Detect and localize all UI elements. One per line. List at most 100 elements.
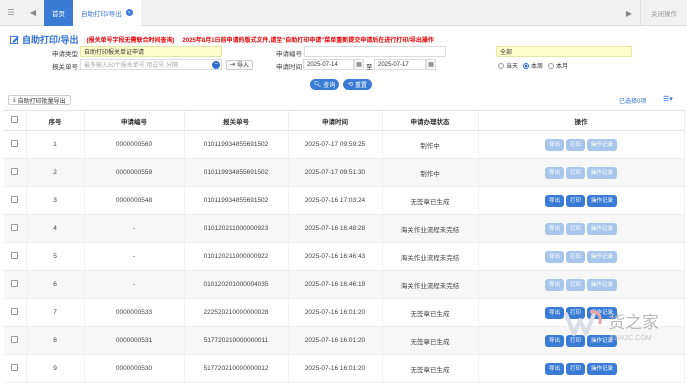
- print-button[interactable]: 打印: [565, 194, 585, 207]
- calendar-icon[interactable]: ▦: [426, 59, 436, 70]
- operation-log-button[interactable]: 操作记录: [587, 250, 618, 263]
- radio-circle: [523, 62, 530, 69]
- double-right-arrow-icon[interactable]: ▶: [618, 0, 640, 26]
- row-select[interactable]: [4, 214, 27, 243]
- table-row: 1 0000000560 010119934855691502 2025-07-17 …: [4, 130, 685, 159]
- cell-time: 2025-07-16 16:01:20: [288, 354, 383, 383]
- date-range-radios: 当天 本周 本月: [498, 61, 573, 70]
- edit-icon: [10, 35, 19, 44]
- cell-apply-no: -: [84, 242, 185, 271]
- print-button[interactable]: 打印: [565, 166, 585, 179]
- radio-month[interactable]: 本月: [548, 61, 568, 70]
- tab-home[interactable]: 首页: [44, 0, 73, 26]
- date-from-input[interactable]: 2025-07-14: [303, 59, 354, 70]
- export-button[interactable]: 导出: [544, 194, 564, 207]
- page-note-1: (报关单号字段无需联合时间查询): [86, 38, 175, 44]
- operation-log-button[interactable]: 操作记录: [587, 166, 618, 179]
- menu-icon[interactable]: ☰: [0, 0, 22, 26]
- cell-apply-no: -: [84, 270, 185, 299]
- print-button[interactable]: 打印: [565, 278, 585, 291]
- cell-status: 制作中: [382, 158, 479, 187]
- import-button[interactable]: ⇥ 导入: [226, 59, 254, 70]
- export-button[interactable]: 导出: [544, 166, 564, 179]
- export-button[interactable]: 导出: [544, 138, 564, 151]
- date-separator: 至: [366, 64, 373, 71]
- table-row: 4-010120211000000923 2025-07-16 16:48:28 海…: [4, 214, 685, 243]
- operation-log-button[interactable]: 操作记录: [587, 278, 618, 291]
- cell-actions: 导出 打印 操作记录: [478, 270, 685, 299]
- checkbox[interactable]: [11, 308, 19, 315]
- header-actions: 操作: [478, 110, 685, 131]
- checkbox[interactable]: [11, 140, 19, 147]
- cell-actions: 导出 打印 操作记录: [478, 158, 685, 187]
- import-label: 导入: [237, 63, 250, 69]
- calendar-icon[interactable]: ▦: [354, 59, 364, 70]
- apply-time-label: 申请时间: [276, 64, 302, 71]
- checkbox[interactable]: [11, 168, 19, 175]
- cell-time: 2025-07-16 16:01:20: [288, 298, 383, 327]
- checkbox[interactable]: [11, 224, 19, 231]
- double-left-arrow-icon[interactable]: ◀: [22, 0, 44, 26]
- close-tab-icon[interactable]: ×: [125, 9, 133, 16]
- row-select[interactable]: [4, 158, 27, 187]
- close-operations-button[interactable]: 关闭操作: [640, 0, 687, 26]
- table-row: 3 0000000548 010119934855691502 2025-07-16 …: [4, 186, 685, 215]
- export-button[interactable]: 导出: [544, 250, 564, 263]
- checkbox[interactable]: [11, 116, 19, 123]
- operation-log-button[interactable]: 操作记录: [587, 138, 618, 151]
- decl-no-label: 报关单号: [52, 64, 78, 71]
- cell-decl-no: 010120211000000923: [184, 214, 289, 243]
- cell-apply-no: 0000000533: [84, 298, 185, 327]
- cell-actions: 导出 打印 操作记录: [478, 186, 685, 215]
- header-select-all[interactable]: [4, 110, 27, 131]
- checkbox[interactable]: [11, 196, 19, 203]
- print-button[interactable]: 打印: [565, 222, 585, 235]
- cell-no: 9: [26, 354, 85, 383]
- row-select[interactable]: [4, 186, 27, 215]
- export-button[interactable]: 导出: [544, 222, 564, 235]
- apply-no-input[interactable]: [304, 46, 446, 57]
- table-row: 5-010120211000000922 2025-07-16 16:46:43 海…: [4, 242, 685, 271]
- reset-button[interactable]: ⟲ 重置: [343, 79, 372, 90]
- minus-icon[interactable]: −: [212, 60, 220, 69]
- checkbox[interactable]: [11, 336, 19, 343]
- export-button[interactable]: 导出: [544, 278, 564, 291]
- radio-month-label: 本月: [556, 64, 569, 70]
- checkbox[interactable]: [11, 280, 19, 287]
- apply-type-select[interactable]: 自助打印报关单证申请: [80, 46, 222, 57]
- cell-apply-no: 0000000531: [84, 326, 185, 355]
- header-time: 申请时间: [288, 110, 383, 131]
- operation-log-button[interactable]: 操作记录: [587, 222, 618, 235]
- cell-apply-no: -: [84, 214, 185, 243]
- table-row: 9 0000000530 517720210000000012 2025-07-16 …: [4, 354, 685, 383]
- print-button[interactable]: 打印: [565, 138, 585, 151]
- cell-decl-no: 517720210000000012: [184, 354, 289, 383]
- radio-today[interactable]: 当天: [498, 61, 518, 70]
- search-button[interactable]: 🔍︎ 查询: [310, 79, 339, 90]
- watermark-logo: 货之家 51W2C.COM: [560, 300, 680, 350]
- row-select[interactable]: [4, 354, 27, 383]
- operation-log-button[interactable]: 操作记录: [587, 194, 618, 207]
- row-select[interactable]: [4, 326, 27, 355]
- checkbox[interactable]: [11, 252, 19, 259]
- header-no: 序号: [26, 110, 85, 131]
- print-button[interactable]: 打印: [565, 362, 585, 375]
- row-select[interactable]: [4, 270, 27, 299]
- operation-log-button[interactable]: 操作记录: [587, 362, 618, 375]
- apply-status-select[interactable]: 全部: [496, 46, 632, 57]
- date-to-input[interactable]: 2025-07-17: [374, 59, 426, 70]
- row-select[interactable]: [4, 242, 27, 271]
- row-select[interactable]: [4, 130, 27, 159]
- batch-export-button[interactable]: ⤓ 自助打印批量导出: [8, 95, 71, 105]
- row-select[interactable]: [4, 298, 27, 327]
- checkbox[interactable]: [11, 364, 19, 371]
- radio-week[interactable]: 本周: [523, 61, 543, 70]
- radio-circle: [548, 62, 555, 69]
- decl-no-input[interactable]: 最多输入50个报关单号,用逗号,分隔: [80, 59, 222, 70]
- export-button[interactable]: 导出: [544, 362, 564, 375]
- print-button[interactable]: 打印: [565, 250, 585, 263]
- column-menu-icon[interactable]: ☰▾: [663, 95, 673, 103]
- cell-no: 1: [26, 130, 85, 159]
- apply-type-label: 申请类型: [52, 51, 78, 58]
- tab-self-print[interactable]: 自助打印/导出 ×: [73, 0, 141, 26]
